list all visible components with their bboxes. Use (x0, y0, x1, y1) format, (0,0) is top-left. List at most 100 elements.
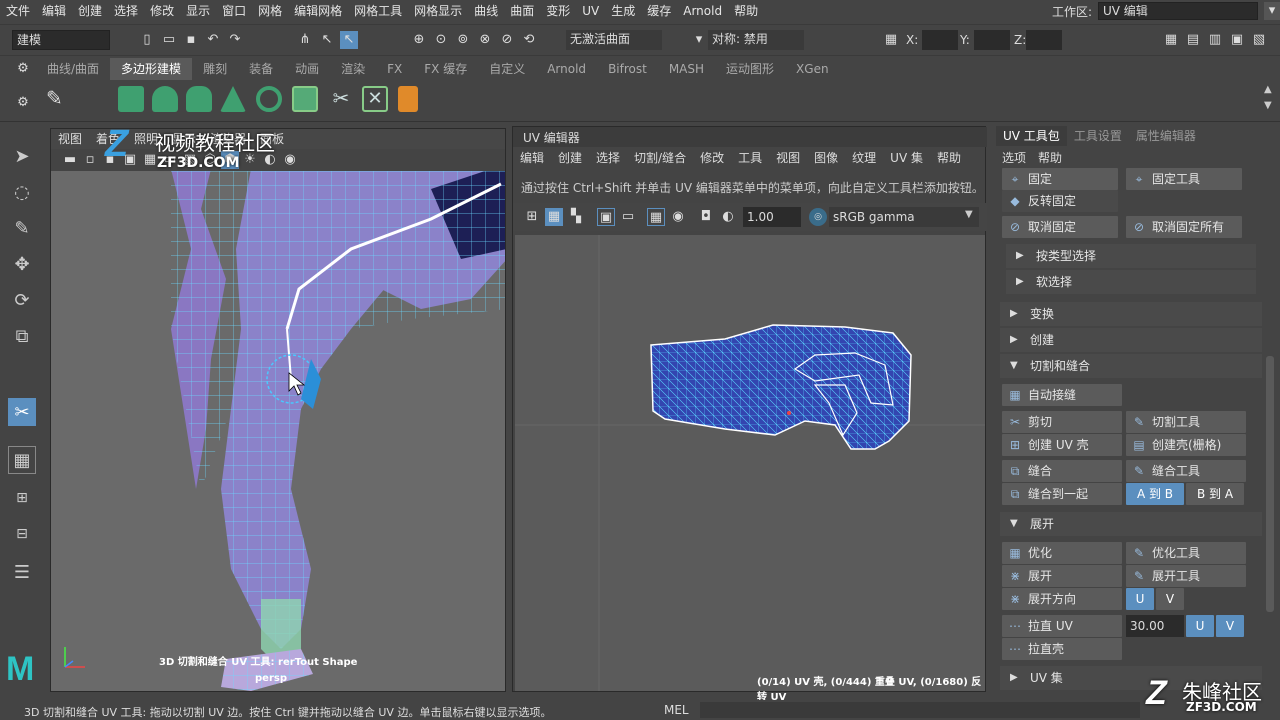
panel-scrollbar[interactable] (1266, 356, 1274, 612)
live-surface-field[interactable]: 无激活曲面 (566, 30, 662, 50)
section-create[interactable]: ▶ 创建 (1000, 328, 1262, 352)
gamma-icon[interactable]: ◐ (719, 208, 737, 226)
two-view-icon[interactable]: ⊟ (8, 520, 36, 548)
uv-grid-toggle-icon[interactable]: ▦ (647, 208, 665, 226)
menu-item-4[interactable]: 修改 (144, 0, 180, 22)
poly-torus-icon[interactable] (256, 86, 282, 112)
uv-menu-item-8[interactable]: 纹理 (845, 147, 883, 169)
shelf-tab-8[interactable]: 自定义 (478, 58, 536, 80)
uv-menu-item-1[interactable]: 创建 (551, 147, 589, 169)
mel-label[interactable]: MEL (664, 703, 689, 717)
cut-tool-button[interactable]: ✎ 切割工具 (1126, 411, 1246, 433)
z-field[interactable] (1026, 30, 1062, 50)
channel-box-icon[interactable]: ▤ (1184, 31, 1202, 49)
select-hierarchy-icon[interactable]: ⋔ (296, 31, 314, 49)
create-shell-grid-button[interactable]: ▤ 创建壳(栅格) (1126, 434, 1246, 456)
uv-display-image-icon[interactable]: ▣ (597, 208, 615, 226)
unfold-button[interactable]: ⋇ 展开 (1002, 565, 1122, 587)
shelf-scroll-down-icon[interactable]: ▼ (1264, 100, 1272, 111)
paint-select-icon[interactable]: ✎ (46, 86, 72, 112)
panel-menu-item-0[interactable]: 选项 (996, 148, 1032, 168)
panel-tab-2[interactable]: 属性编辑器 (1129, 126, 1203, 146)
panel-menu-item-1[interactable]: 帮助 (1032, 148, 1068, 168)
menu-item-11[interactable]: 曲线 (468, 0, 504, 22)
single-view-icon[interactable]: ▦ (8, 446, 36, 474)
straighten-shell-button[interactable]: ⋯ 拉直壳 (1002, 638, 1122, 660)
snap-point-icon[interactable]: ⊚ (454, 31, 472, 49)
shelf-tab-11[interactable]: MASH (658, 58, 715, 80)
straighten-v-button[interactable]: V (1216, 615, 1244, 637)
shelf-tab-12[interactable]: 运动图形 (715, 58, 785, 80)
shelf-tab-6[interactable]: FX (376, 58, 413, 80)
poly-cone-icon[interactable] (220, 86, 246, 112)
paint-select-tool-icon[interactable]: ✎ (8, 214, 36, 242)
uv-3d-cut-icon[interactable]: ✕ (362, 86, 388, 112)
menu-item-3[interactable]: 选择 (108, 0, 144, 22)
shelf-gear-icon[interactable]: ⚙ (14, 60, 32, 78)
straighten-uv-button[interactable]: ⋯ 拉直 UV (1002, 615, 1122, 637)
open-scene-icon[interactable]: ▭ (160, 31, 178, 49)
unfold-tool-button[interactable]: ✎ 展开工具 (1126, 565, 1246, 587)
viewport-menu-item-0[interactable]: 视图 (51, 129, 89, 149)
poly-cylinder-icon[interactable] (186, 86, 212, 112)
select-component-icon[interactable]: ↖ (340, 31, 358, 49)
snap-view-icon[interactable]: ⊗ (476, 31, 494, 49)
shelf-tab-13[interactable]: XGen (785, 58, 840, 80)
attribute-icon[interactable]: ▥ (1206, 31, 1224, 49)
symmetry-field[interactable]: 对称: 禁用 (708, 30, 804, 50)
uv-dim-image-icon[interactable]: ▭ (619, 208, 637, 226)
uv-grid-icon[interactable]: ⊞ (523, 208, 541, 226)
poly-cube-icon[interactable] (118, 86, 144, 112)
invert-pin-button[interactable]: ◆ 反转固定 (1002, 190, 1118, 212)
menu-item-16[interactable]: 缓存 (641, 0, 677, 22)
uv-menu-item-5[interactable]: 工具 (731, 147, 769, 169)
unpin-button[interactable]: ⊘ 取消固定 (1002, 216, 1118, 238)
unpin-all-button[interactable]: ⊘ 取消固定所有 (1126, 216, 1242, 238)
lasso-tool-icon[interactable]: ◌ (8, 178, 36, 206)
snap-curve-icon[interactable]: ⊙ (432, 31, 450, 49)
uv-menu-item-3[interactable]: 切割/缝合 (627, 147, 693, 169)
section-select-by-type[interactable]: ▶ 按类型选择 (1006, 244, 1256, 268)
unfold-direction-button[interactable]: ⋇ 展开方向 (1002, 588, 1122, 610)
uv-checker-icon[interactable]: ▚ (567, 208, 585, 226)
layout-icon[interactable]: ▦ (1162, 31, 1180, 49)
shelf-tab-9[interactable]: Arnold (536, 58, 597, 80)
menu-item-10[interactable]: 网格显示 (408, 0, 468, 22)
camera-icon[interactable]: ▬ (61, 151, 79, 169)
cut-button[interactable]: ✂ 剪切 (1002, 411, 1122, 433)
create-shell-button[interactable]: ⊞ 创建 UV 壳 (1002, 434, 1122, 456)
tool-settings-icon[interactable]: ▣ (1228, 31, 1246, 49)
section-soft-select[interactable]: ▶ 软选择 (1006, 270, 1256, 294)
menu-item-5[interactable]: 显示 (180, 0, 216, 22)
uv-menu-item-0[interactable]: 编辑 (513, 147, 551, 169)
outliner-icon[interactable]: ☰ (8, 558, 36, 586)
uv-shaded-icon[interactable]: ▦ (545, 208, 563, 226)
mode-dropdown[interactable]: 建模 (12, 30, 110, 50)
new-scene-icon[interactable]: ▯ (138, 31, 156, 49)
uv-menu-item-7[interactable]: 图像 (807, 147, 845, 169)
panel-tab-0[interactable]: UV 工具包 (996, 126, 1067, 146)
select-tool-icon[interactable]: ➤ (8, 142, 36, 170)
shelf-scroll-up-icon[interactable]: ▲ (1264, 84, 1272, 95)
colorspace-dropdown[interactable]: sRGB gamma (829, 207, 979, 227)
sew-tool-button[interactable]: ✎ 缝合工具 (1126, 460, 1246, 482)
optimize-tool-button[interactable]: ✎ 优化工具 (1126, 542, 1246, 564)
x-field[interactable] (922, 30, 958, 50)
a-to-b-button[interactable]: A 到 B (1126, 483, 1184, 505)
menu-item-17[interactable]: Arnold (677, 0, 728, 22)
snap-surface-icon[interactable]: ⊘ (498, 31, 516, 49)
redo-icon[interactable]: ↷ (226, 31, 244, 49)
menu-item-0[interactable]: 文件 (0, 0, 36, 22)
uv-menu-item-10[interactable]: 帮助 (930, 147, 968, 169)
optimize-button[interactable]: ▦ 优化 (1002, 542, 1122, 564)
menu-item-9[interactable]: 网格工具 (348, 0, 408, 22)
save-scene-icon[interactable]: ▪ (182, 31, 200, 49)
workspace-dropdown[interactable]: UV 编辑 (1098, 2, 1258, 20)
rotate-tool-icon[interactable]: ⟳ (8, 286, 36, 314)
chevron-down-icon[interactable]: ▾ (1264, 2, 1280, 20)
menu-item-15[interactable]: 生成 (605, 0, 641, 22)
shelf-tab-7[interactable]: FX 缓存 (413, 58, 478, 80)
uv-canvas[interactable]: (0/14) UV 壳, (0/444) 重叠 UV, (0/1680) 反转 … (515, 235, 985, 703)
uv-menu-item-2[interactable]: 选择 (589, 147, 627, 169)
unfold-v-button[interactable]: V (1156, 588, 1184, 610)
